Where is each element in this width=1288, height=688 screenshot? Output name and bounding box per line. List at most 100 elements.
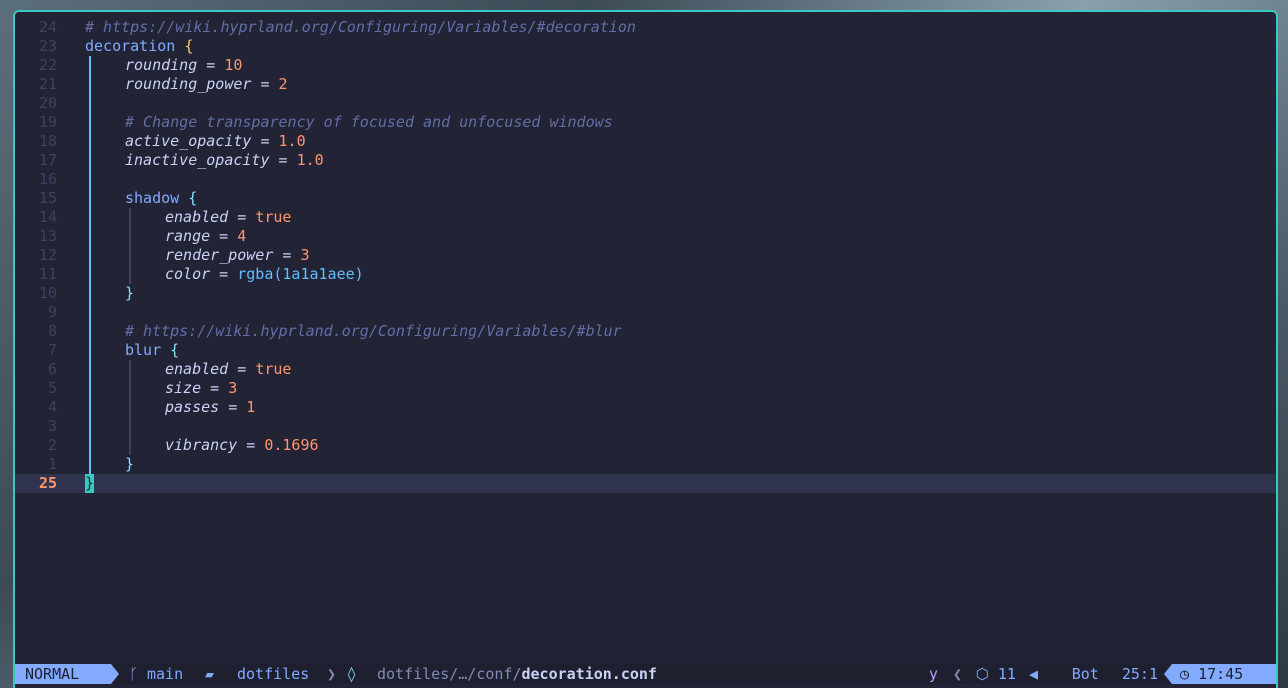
line-number: 13 xyxy=(38,227,57,245)
code-token: = xyxy=(197,56,225,74)
file-path: dotfiles/…/conf/decoration.conf xyxy=(377,664,657,684)
code-line[interactable]: 13 range = 4 xyxy=(15,227,1276,246)
code-token: rounding xyxy=(125,56,198,74)
code-line[interactable]: 2 vibrancy = 0.1696 xyxy=(15,436,1276,455)
code-text: } xyxy=(125,455,134,474)
code-line[interactable]: 25} xyxy=(15,474,1276,493)
clock: ◷ 17:45 xyxy=(1172,664,1276,684)
code-line[interactable]: 23 decoration { xyxy=(15,37,1276,56)
indent-guide xyxy=(129,360,131,379)
code-token: size xyxy=(165,379,202,397)
path-prefix: dotfiles/…/conf/ xyxy=(377,665,522,683)
indent-guide xyxy=(129,417,131,436)
code-line[interactable]: 12 render_power = 3 xyxy=(15,246,1276,265)
line-number: 1 xyxy=(47,455,57,473)
code-text: enabled = true xyxy=(165,360,291,379)
lsp-status: ⬡ 11 ◀ xyxy=(976,664,1038,684)
branch-icon: ᚴ xyxy=(129,665,139,683)
line-number: 11 xyxy=(38,265,57,283)
code-token: blur xyxy=(125,341,162,359)
code-token: # https://wiki.hyprland.org/Configuring/… xyxy=(125,322,622,340)
code-line[interactable]: 22 rounding = 10 xyxy=(15,56,1276,75)
line-number: 15 xyxy=(38,189,57,207)
git-branch-label: main xyxy=(147,665,184,683)
indent-guide xyxy=(89,151,91,170)
code-text: rounding = 10 xyxy=(125,56,242,75)
code-line[interactable]: 16 xyxy=(15,170,1276,189)
mode-separator xyxy=(111,664,119,684)
code-text: active_opacity = 1.0 xyxy=(125,132,306,151)
code-line[interactable]: 24 # https://wiki.hyprland.org/Configurin… xyxy=(15,18,1276,37)
code-line[interactable]: 3 xyxy=(15,417,1276,436)
indent-guide xyxy=(89,132,91,151)
code-line[interactable]: 9 xyxy=(15,303,1276,322)
indent-guide xyxy=(89,436,91,455)
code-token: 3 xyxy=(300,246,310,264)
code-line[interactable]: 6 enabled = true xyxy=(15,360,1276,379)
code-line[interactable]: 18 active_opacity = 1.0 xyxy=(15,132,1276,151)
code-line[interactable]: 8 # https://wiki.hyprland.org/Configuring… xyxy=(15,322,1276,341)
code-line[interactable]: 15 shadow { xyxy=(15,189,1276,208)
indent-guide xyxy=(89,227,91,246)
code-token: true xyxy=(255,360,292,378)
code-line[interactable]: 19 # Change transparency of focused and u… xyxy=(15,113,1276,132)
code-token: true xyxy=(255,208,292,226)
code-token: enabled xyxy=(165,208,229,226)
project-name: dotfiles xyxy=(237,665,310,683)
code-line[interactable]: 11 color = rgba(1a1a1aee) xyxy=(15,265,1276,284)
chevron-left-icon: ◀ xyxy=(1028,665,1038,683)
code-token: = xyxy=(210,265,238,283)
code-line[interactable]: 21 rounding_power = 2 xyxy=(15,75,1276,94)
code-token: = xyxy=(237,436,265,454)
code-token: { xyxy=(184,37,194,55)
indent-guide xyxy=(89,284,91,303)
code-token: rounding_power xyxy=(125,75,252,93)
line-number: 23 xyxy=(38,37,57,55)
code-line[interactable]: 10} xyxy=(15,284,1276,303)
indent-guide xyxy=(89,208,91,227)
indent-guide xyxy=(89,56,91,75)
code-token: 1.0 xyxy=(296,151,324,169)
code-line[interactable]: 20 xyxy=(15,94,1276,113)
cube-icon: ⬡ xyxy=(975,665,989,683)
code-token: = xyxy=(228,208,256,226)
indent-guide xyxy=(89,360,91,379)
code-token: 3 xyxy=(228,379,238,397)
code-token: # https://wiki.hyprland.org/Configuring/… xyxy=(85,18,636,36)
line-number: 22 xyxy=(38,56,57,74)
code-text: enabled = true xyxy=(165,208,291,227)
code-token: decoration xyxy=(85,37,176,55)
droplet-icon: ◊ xyxy=(347,665,357,683)
line-number: 16 xyxy=(38,170,57,188)
line-number: 14 xyxy=(38,208,57,226)
code-line[interactable]: 4 passes = 1 xyxy=(15,398,1276,417)
code-line[interactable]: 5 size = 3 xyxy=(15,379,1276,398)
code-token: } xyxy=(125,284,135,302)
code-text: } xyxy=(85,474,95,493)
line-number: 8 xyxy=(47,322,57,340)
indent-guide xyxy=(89,170,91,189)
indent-guide xyxy=(89,379,91,398)
code-line[interactable]: 1} xyxy=(15,455,1276,474)
line-number: 17 xyxy=(38,151,57,169)
code-token: } xyxy=(125,455,135,473)
register-indicator: y ❮ xyxy=(929,664,962,684)
indent-guide xyxy=(89,189,91,208)
line-number: 7 xyxy=(47,341,57,359)
code-token: = xyxy=(219,398,247,416)
indent-guide xyxy=(89,341,91,360)
code-token: 2 xyxy=(278,75,288,93)
scroll-label: Bot xyxy=(1071,665,1099,683)
code-text: # https://wiki.hyprland.org/Configuring/… xyxy=(125,322,622,341)
code-editor[interactable]: 24 # https://wiki.hyprland.org/Configurin… xyxy=(15,18,1276,493)
indent-guide xyxy=(129,265,131,284)
code-text: decoration { xyxy=(85,37,193,56)
clock-separator xyxy=(1164,664,1172,684)
code-token: 1 xyxy=(246,398,256,416)
code-line[interactable]: 14 enabled = true xyxy=(15,208,1276,227)
code-line[interactable]: 7 blur { xyxy=(15,341,1276,360)
scroll-position: Bot 25:1 xyxy=(1072,664,1158,684)
code-line[interactable]: 17 inactive_opacity = 1.0 xyxy=(15,151,1276,170)
lsp-count: 11 xyxy=(997,665,1016,683)
